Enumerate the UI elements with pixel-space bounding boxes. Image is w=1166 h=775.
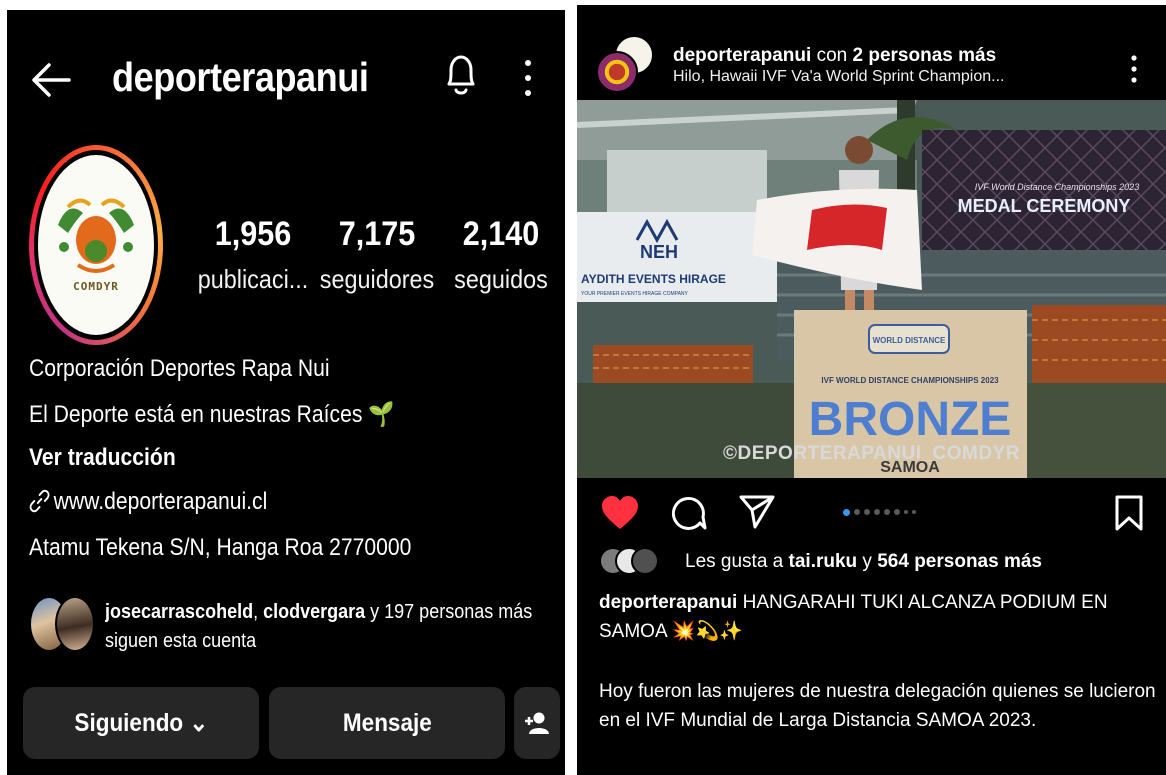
add-user-icon: [525, 712, 549, 734]
stat-following-value: 2,140: [462, 215, 540, 253]
more-vertical-icon[interactable]: [1129, 53, 1139, 85]
author-avatar: [596, 51, 638, 93]
likes-avatar-3: [631, 547, 659, 575]
stat-posts[interactable]: 1,956 publicaci...: [190, 215, 316, 295]
stat-posts-label: publicaci...: [197, 264, 309, 294]
mutual-user-2[interactable]: clodvergara: [263, 601, 365, 623]
bell-icon[interactable]: [441, 50, 481, 100]
comdyr-logo: [58, 198, 134, 273]
caption-author[interactable]: deporterapanui: [599, 592, 737, 613]
more-vertical-icon[interactable]: [521, 56, 535, 100]
profile-username: deporterapanui: [112, 54, 369, 100]
following-button-label: Siguiendo ⌄: [74, 709, 208, 737]
photo-podium-logo: WORLD DISTANCE: [873, 336, 946, 345]
bio-address[interactable]: Atamu Tekena S/N, Hanga Roa 2770000: [29, 534, 411, 562]
mutual-avatar-2: [55, 596, 95, 652]
mutual-user-1[interactable]: josecarrascoheld: [105, 601, 253, 623]
carousel-dot: [854, 509, 860, 515]
photo-sponsor-logo: NEH: [640, 242, 678, 262]
post-coauthors-prefix: con: [811, 45, 853, 66]
message-button[interactable]: Mensaje: [269, 687, 505, 759]
comment-icon[interactable]: [669, 493, 707, 531]
post-author[interactable]: deporterapanui con 2 personas más: [673, 45, 996, 67]
mutual-line2: siguen esta cuenta: [105, 630, 257, 652]
bio-tagline: El Deporte está en nuestras Raíces 🌱: [29, 401, 395, 428]
stat-followers-label: seguidores: [319, 264, 435, 294]
carousel-dot: [912, 510, 916, 514]
photo-watermark: ©DEPORTERAPANUI_COMDYR: [722, 443, 1020, 464]
carousel-dot: [894, 509, 900, 515]
carousel-dot: [864, 509, 870, 515]
link-icon: [29, 489, 50, 513]
back-arrow-icon[interactable]: [29, 60, 73, 100]
carousel-dot: [884, 509, 890, 515]
bio-website-text: www.deporterapanui.cl: [53, 488, 268, 515]
likes-avatars[interactable]: [599, 547, 659, 577]
carousel-dot: [874, 509, 880, 515]
photo-podium-medal: BRONZE: [809, 393, 1012, 446]
stat-followers[interactable]: 7,175 seguidores: [314, 215, 440, 295]
post-location[interactable]: Hilo, Hawaii IVF Va'a World Sprint Champ…: [673, 68, 1004, 86]
stat-following[interactable]: 2,140 seguidos: [438, 215, 564, 295]
likes-count[interactable]: 564 personas más: [877, 551, 1042, 572]
following-button[interactable]: Siguiendo ⌄: [23, 687, 259, 759]
bio-website-link[interactable]: www.deporterapanui.cl: [29, 488, 267, 516]
suggest-users-button[interactable]: [514, 687, 560, 759]
photo-sponsor-sub: YOUR PREMIER EVENTS HIRAGE COMPANY: [581, 291, 689, 297]
mutual-followers-text[interactable]: josecarrascoheld, clodvergara y 197 pers…: [105, 598, 537, 656]
photo-podium-title: IVF WORLD DISTANCE CHAMPIONSHIPS 2023: [821, 376, 999, 385]
mutual-followers-avatars[interactable]: [29, 596, 99, 656]
post-coauthors-count[interactable]: 2 personas más: [853, 45, 997, 66]
post-photo[interactable]: IVF World Distance Championships 2023 ME…: [577, 100, 1166, 478]
avatar[interactable]: COMDYR: [38, 155, 154, 335]
post-author-username[interactable]: deporterapanui: [673, 45, 811, 66]
stat-posts-value: 1,956: [214, 215, 292, 253]
carousel-indicator: [843, 507, 916, 517]
mutual-separator: ,: [253, 601, 264, 623]
photo-banner-big: MEDAL CEREMONY: [958, 196, 1131, 216]
mutual-rest: y 197 personas más: [365, 601, 533, 623]
caption-body: Hoy fueron las mujeres de nuestra delega…: [599, 681, 1156, 731]
stat-followers-value: 7,175: [338, 215, 416, 253]
post-panel: deporterapanui con 2 personas más Hilo, …: [577, 5, 1166, 775]
bio-name: Corporación Deportes Rapa Nui: [29, 355, 330, 382]
avatar-logo-text: COMDYR: [73, 280, 119, 293]
medal-ceremony-photo: IVF World Distance Championships 2023 ME…: [577, 100, 1166, 478]
likes-text[interactable]: Les gusta a tai.ruku y 564 personas más: [685, 551, 1042, 573]
carousel-dot: [904, 510, 908, 514]
likes-user[interactable]: tai.ruku: [789, 551, 858, 572]
likes-middle: y: [857, 551, 878, 572]
bookmark-icon[interactable]: [1114, 494, 1144, 532]
message-button-label: Mensaje: [342, 708, 432, 737]
post-caption: deporterapanui HANGARAHI TUKI ALCANZA PO…: [599, 588, 1159, 646]
see-translation-link[interactable]: Ver traducción: [29, 444, 176, 472]
post-author-avatars[interactable]: [596, 35, 656, 95]
photo-sponsor-name: AYDITH EVENTS HIRAGE: [581, 272, 726, 286]
carousel-dot: [843, 508, 850, 516]
heart-icon[interactable]: [600, 495, 640, 531]
share-icon[interactable]: [738, 493, 776, 531]
likes-prefix: Les gusta a: [685, 551, 789, 572]
photo-banner-title: IVF World Distance Championships 2023: [975, 182, 1139, 192]
profile-panel: deporterapanui COMDYR 1,956 publicaci...…: [7, 10, 565, 775]
stat-following-label: seguidos: [454, 264, 548, 294]
